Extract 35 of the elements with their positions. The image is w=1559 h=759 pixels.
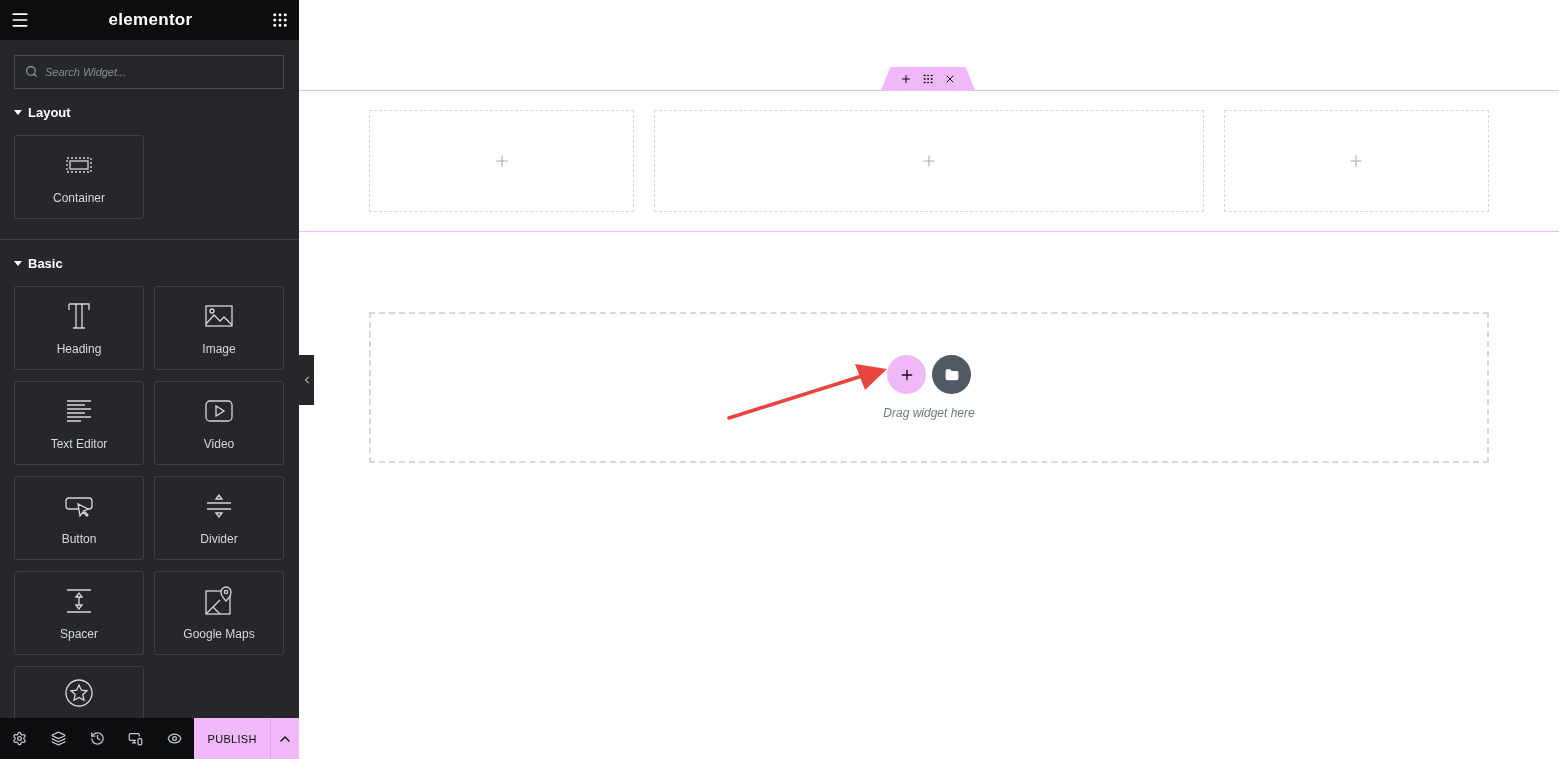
widget-card[interactable]: Video [154,381,284,465]
menu-icon[interactable] [10,10,30,30]
logo: elementor [108,10,193,30]
category-header[interactable]: Basic [0,256,299,271]
publish-button[interactable]: PUBLISH [194,718,270,759]
category-header[interactable]: Layout [0,105,299,120]
apps-grid-icon[interactable] [271,11,289,29]
caret-icon [14,260,22,267]
responsive-icon [128,731,144,746]
caret-icon [14,109,22,116]
widget-card[interactable]: Spacer [14,571,144,655]
add-section-button[interactable] [887,355,926,394]
plus-icon [920,152,938,170]
grip-icon [922,72,934,85]
widget-card[interactable]: Text Editor [14,381,144,465]
eye-icon [167,731,183,746]
drop-hint: Drag widget here [883,406,975,420]
widget-card[interactable]: Google Maps [154,571,284,655]
widget-card[interactable]: Container [14,135,144,219]
search-field[interactable]: Search Widget... [14,55,284,89]
widget-card[interactable]: Heading [14,286,144,370]
drag-handle-button[interactable] [922,72,934,85]
add-button[interactable] [900,72,912,85]
folder-icon [944,367,959,382]
widget-card[interactable]: Image [154,286,284,370]
widget-card[interactable]: Divider [154,476,284,560]
layers-icon [50,731,66,746]
settings-icon [11,731,27,746]
history-icon [89,731,105,746]
map-pin-icon [203,585,235,617]
publish-options-button[interactable] [269,718,299,759]
plus-icon [900,72,912,85]
search-icon [25,65,38,78]
widget-card[interactable]: Button [14,476,144,560]
template-library-button[interactable] [932,355,971,394]
